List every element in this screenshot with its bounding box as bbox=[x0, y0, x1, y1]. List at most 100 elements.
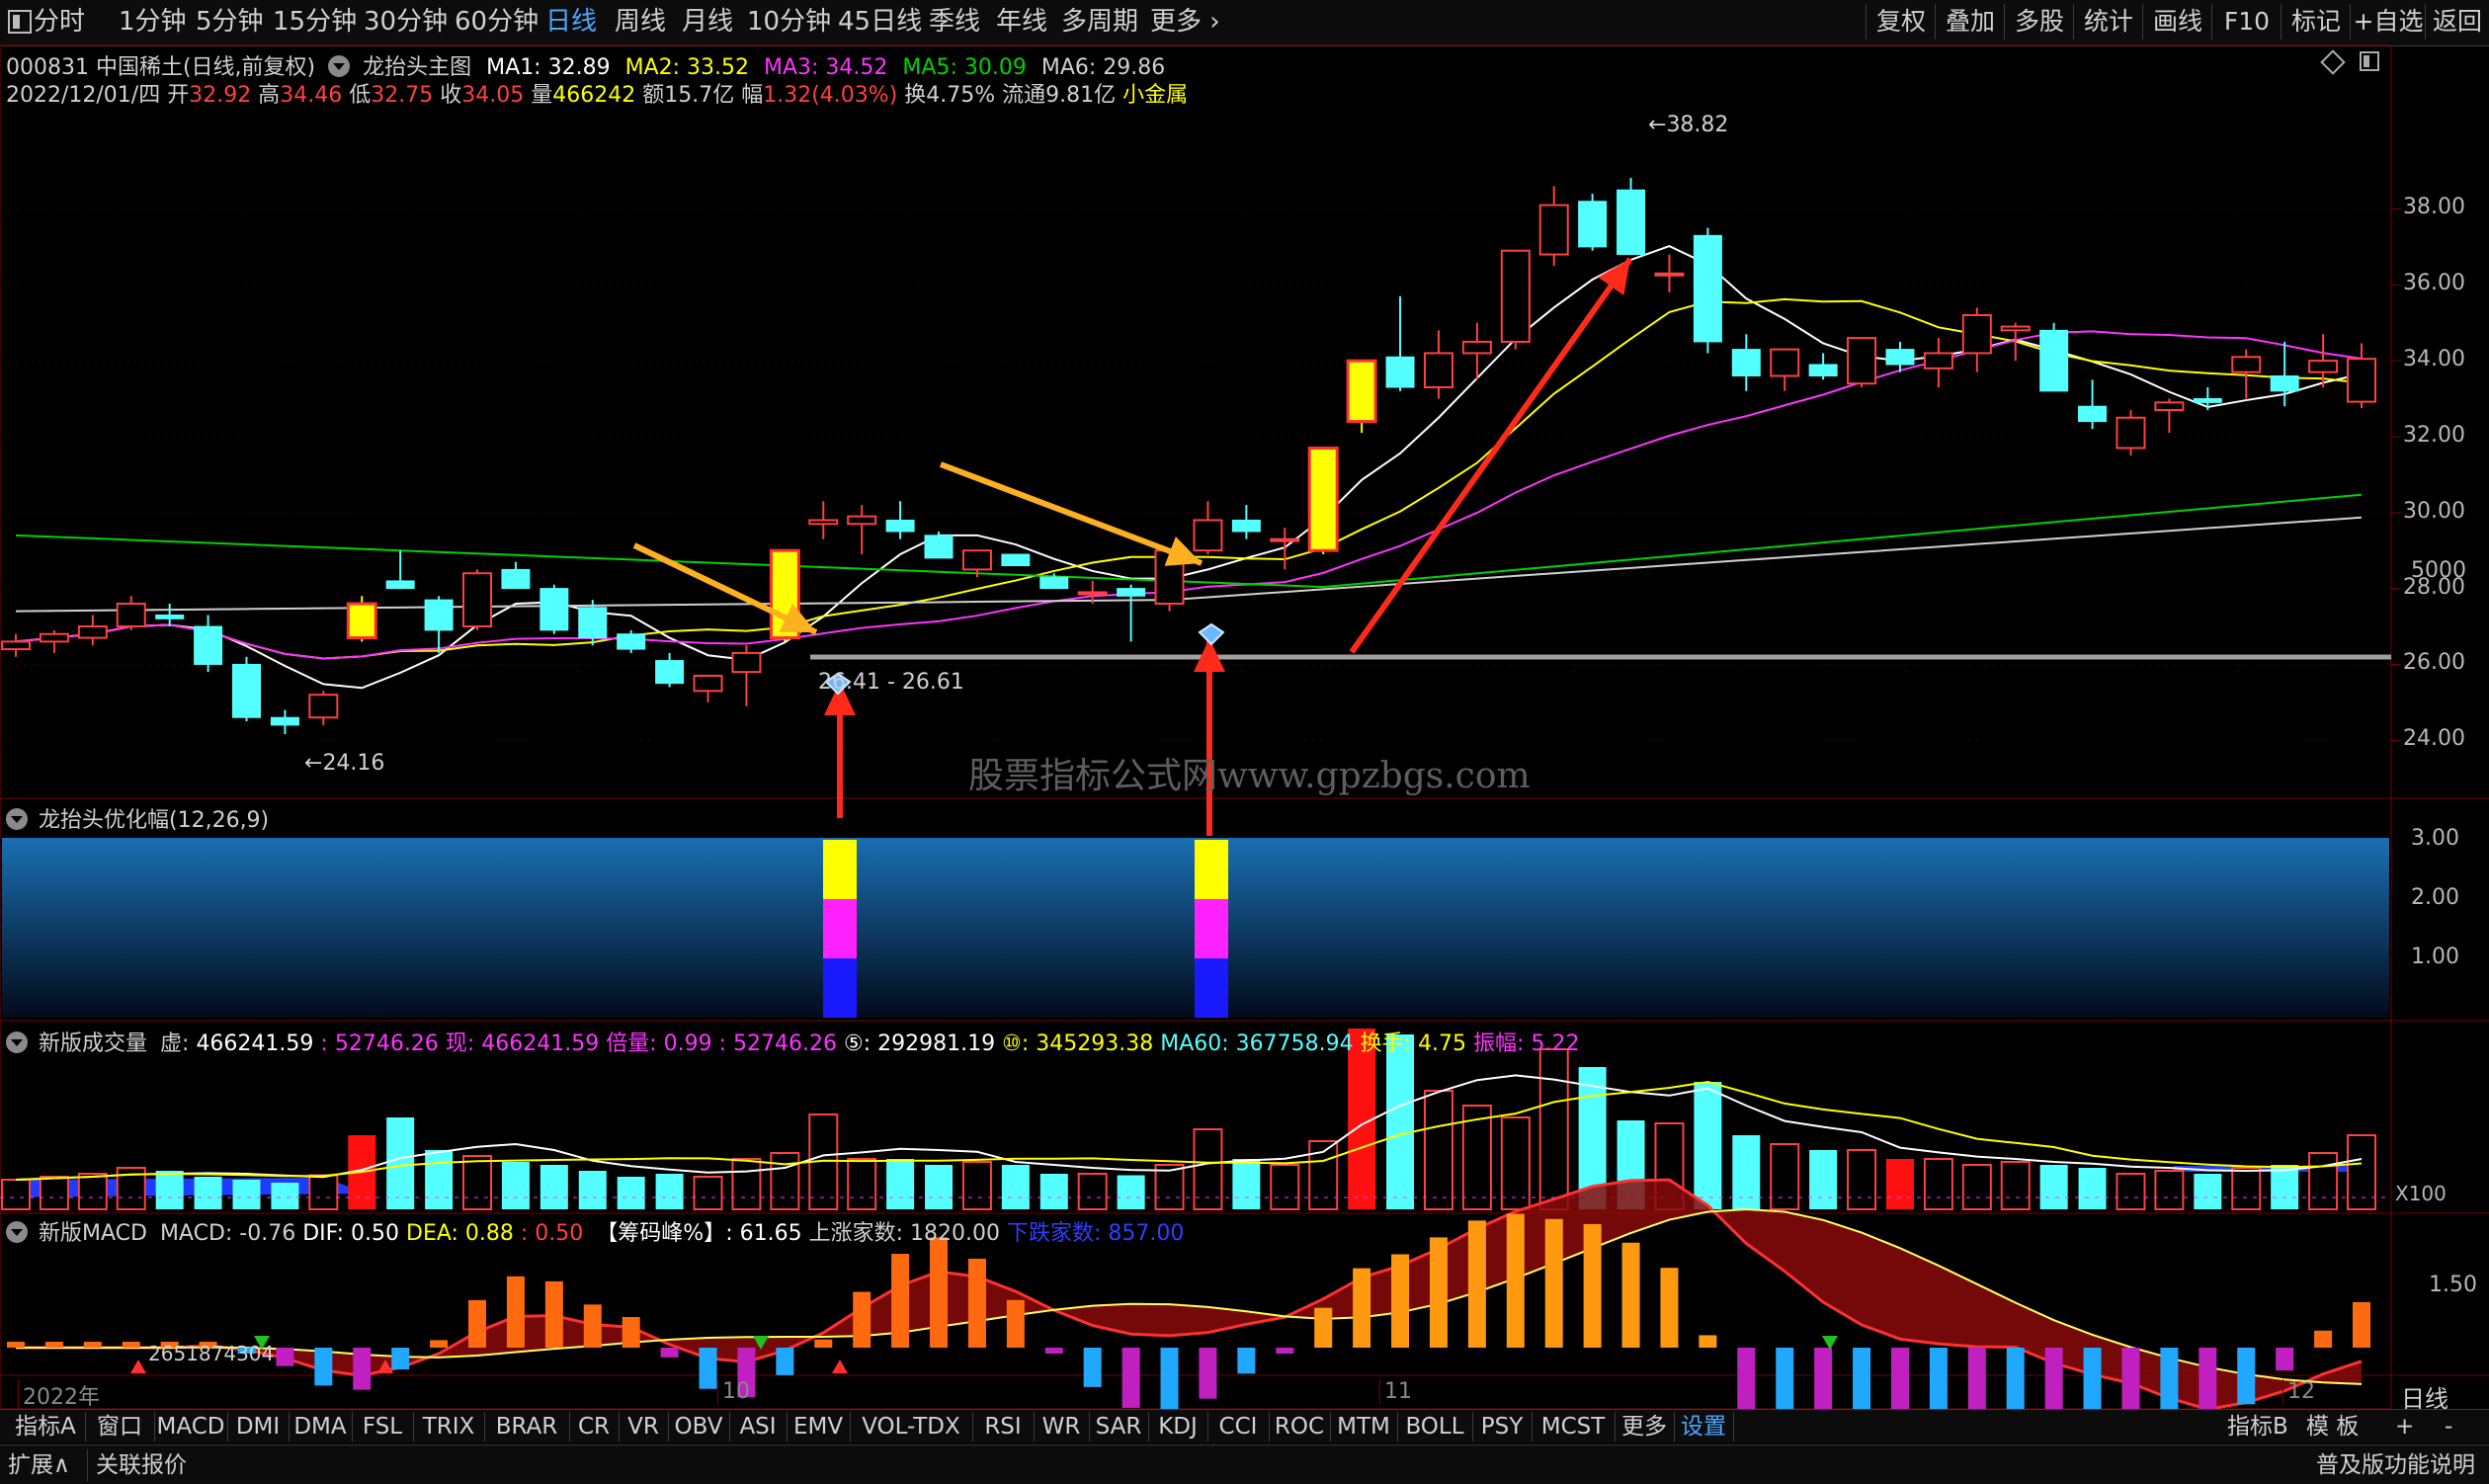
candle-body bbox=[116, 602, 146, 628]
indicator-tab[interactable]: 设置 bbox=[1674, 1412, 1734, 1442]
bottom-right-button[interactable]: - bbox=[2445, 1412, 2452, 1442]
indicator-tab[interactable]: MTM bbox=[1330, 1412, 1398, 1442]
volume-bar bbox=[1770, 1143, 1800, 1210]
volume-bar bbox=[578, 1171, 607, 1209]
macd-histogram-bar bbox=[1276, 1348, 1294, 1354]
indicator-tab[interactable]: FSL bbox=[352, 1412, 414, 1442]
macd-histogram-bar bbox=[1006, 1299, 1025, 1348]
macd-histogram-bar bbox=[1853, 1348, 1871, 1409]
volume-bar bbox=[2194, 1174, 2222, 1209]
bottom-right-button[interactable]: 模 板 bbox=[2306, 1412, 2359, 1442]
indicator-tab[interactable]: 窗口 bbox=[85, 1412, 155, 1442]
indicator-tab[interactable]: 更多 bbox=[1615, 1412, 1675, 1442]
indicator-tab[interactable]: MCST bbox=[1532, 1412, 1616, 1442]
indicator-tab[interactable]: VOL-TDX bbox=[850, 1412, 973, 1442]
volume-bar bbox=[886, 1159, 915, 1209]
candle-body bbox=[924, 535, 954, 559]
volume-bar bbox=[386, 1117, 415, 1209]
volume-bar bbox=[462, 1155, 493, 1210]
indicator-tab[interactable]: CR bbox=[569, 1412, 620, 1442]
macd-histogram-bar bbox=[1967, 1348, 1986, 1409]
vol-ma10-value: ⑩: 345293.38 bbox=[1002, 1031, 1154, 1056]
macd-histogram-bar bbox=[1660, 1268, 1679, 1348]
macd-histogram-bar bbox=[1699, 1335, 1717, 1348]
candle-body bbox=[847, 515, 877, 526]
price-tick-label: 26.00 bbox=[2403, 650, 2465, 676]
indicator-tab[interactable]: ROC bbox=[1269, 1412, 1331, 1442]
indicator-tab[interactable]: ASI bbox=[729, 1412, 788, 1442]
signal-bar-magenta bbox=[823, 899, 857, 958]
volume-bar bbox=[2154, 1170, 2185, 1210]
indicator-tab[interactable]: CCI bbox=[1207, 1412, 1270, 1442]
indicator-tab[interactable]: EMV bbox=[787, 1412, 851, 1442]
edition-info-link[interactable]: 普及版功能说明 bbox=[2316, 1449, 2475, 1481]
volume-bar bbox=[271, 1183, 299, 1209]
indicator-tab[interactable]: WR bbox=[1034, 1412, 1090, 1442]
volume-bar bbox=[1117, 1175, 1145, 1209]
candle-body bbox=[1117, 588, 1146, 597]
volume-bar bbox=[501, 1162, 530, 1209]
candle-body bbox=[1538, 204, 1569, 256]
indicator-tab[interactable]: SAR bbox=[1089, 1412, 1149, 1442]
candle-body bbox=[2078, 405, 2108, 423]
indicator-tab[interactable]: PSY bbox=[1472, 1412, 1533, 1442]
linked-quote-button[interactable]: 关联报价 bbox=[87, 1449, 187, 1481]
volume-bar bbox=[1001, 1165, 1030, 1209]
expand-button[interactable]: 扩展∧ bbox=[8, 1449, 70, 1481]
macd-histogram-bar bbox=[2121, 1348, 2140, 1409]
candle-body bbox=[539, 588, 569, 631]
indicator-tab[interactable]: VR bbox=[619, 1412, 669, 1442]
candle-body bbox=[731, 651, 762, 674]
macd-histogram-bar bbox=[1353, 1268, 1371, 1348]
macd-histogram-bar bbox=[1814, 1348, 1833, 1409]
vol-v5-value: : 52746.26 bbox=[718, 1031, 838, 1056]
indicator-tab[interactable]: 指标A bbox=[6, 1412, 86, 1442]
candle-body bbox=[2231, 356, 2262, 373]
candle-body bbox=[270, 716, 299, 726]
volume-bar bbox=[232, 1180, 261, 1209]
macd-histogram-bar bbox=[353, 1348, 372, 1390]
date-tick-label: 12 bbox=[2282, 1379, 2315, 1404]
signal-bar-yellow bbox=[1195, 840, 1228, 899]
panel2-tick-label: 3.00 bbox=[2411, 826, 2459, 851]
indicator-tab[interactable]: DMI bbox=[227, 1412, 290, 1442]
panel2-tick-label: 1.00 bbox=[2411, 945, 2459, 969]
macd-histogram-bar bbox=[930, 1237, 949, 1348]
candle-body bbox=[808, 519, 839, 526]
chart-canvas[interactable] bbox=[0, 0, 2489, 1409]
indicator-tab[interactable]: BRAR bbox=[484, 1412, 570, 1442]
ma6-line bbox=[15, 516, 2363, 613]
macd-histogram-bar bbox=[468, 1299, 487, 1348]
bottom-right-button[interactable]: 指标B bbox=[2227, 1412, 2288, 1442]
volume-unit: X100 bbox=[2395, 1182, 2447, 1205]
panel2-toggle-icon[interactable] bbox=[6, 808, 28, 830]
panel3-toggle-icon[interactable] bbox=[6, 1031, 28, 1053]
macd-histogram-bar bbox=[44, 1342, 63, 1348]
panel4-toggle-icon[interactable] bbox=[6, 1221, 28, 1243]
indicator-tab[interactable]: BOLL bbox=[1397, 1412, 1473, 1442]
indicator-tab[interactable]: KDJ bbox=[1148, 1412, 1208, 1442]
candle-body bbox=[1578, 201, 1608, 248]
status-bar: 扩展∧ 关联报价 普及版功能说明 bbox=[0, 1444, 2489, 1484]
indicator-tab[interactable]: DMA bbox=[289, 1412, 353, 1442]
volume-bar bbox=[2231, 1167, 2262, 1210]
indicator-tab[interactable]: OBV bbox=[668, 1412, 730, 1442]
volume-bar bbox=[1500, 1116, 1531, 1210]
macd-histogram-bar bbox=[1890, 1348, 1909, 1409]
candle-body bbox=[1693, 234, 1722, 343]
panel2-tick-label: 2.00 bbox=[2411, 885, 2459, 910]
candle-body bbox=[232, 663, 262, 718]
indicator-tab[interactable]: RSI bbox=[972, 1412, 1035, 1442]
volume-bar bbox=[961, 1161, 992, 1210]
macd-histogram-bar bbox=[1083, 1348, 1102, 1387]
volume-bar bbox=[1809, 1150, 1838, 1209]
macd-histogram-bar bbox=[506, 1276, 525, 1348]
vol-v2-value: : 52746.26 bbox=[320, 1031, 439, 1056]
candle-body bbox=[655, 660, 685, 685]
bottom-right-button[interactable]: + bbox=[2395, 1412, 2414, 1442]
macd-histogram-bar bbox=[1776, 1348, 1794, 1409]
indicator-tab[interactable]: MACD bbox=[154, 1412, 228, 1442]
indicator-tab[interactable]: TRIX bbox=[413, 1412, 485, 1442]
macd-histogram-bar bbox=[2044, 1348, 2063, 1409]
candle-body bbox=[424, 599, 454, 631]
